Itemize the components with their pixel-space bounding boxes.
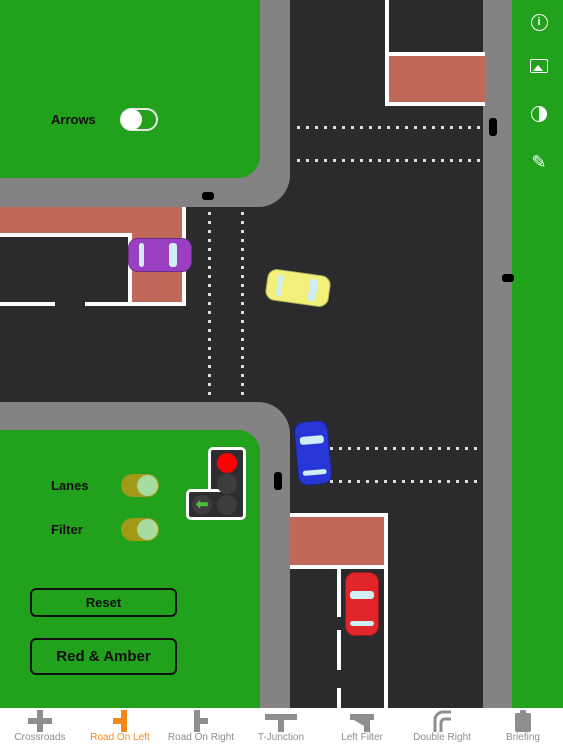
- pencil-icon[interactable]: ✎: [528, 151, 550, 173]
- double-right-icon: [402, 708, 482, 732]
- crossroads-icon: [0, 708, 80, 732]
- green-light: [217, 495, 237, 515]
- filter-label: Filter: [51, 522, 83, 537]
- grass-top-left: [0, 0, 260, 178]
- arrows-label: Arrows: [51, 112, 96, 127]
- amber-light: [217, 474, 237, 494]
- car-red[interactable]: [345, 572, 379, 636]
- red-light: [217, 453, 237, 473]
- phase-button[interactable]: Red & Amber: [30, 638, 177, 675]
- tab-t-junction[interactable]: T-Junction: [241, 708, 321, 750]
- tab-double-right[interactable]: Double Right: [402, 708, 482, 750]
- t-junction-icon: [241, 708, 321, 732]
- tab-road-on-right[interactable]: Road On Right: [161, 708, 241, 750]
- car-blue[interactable]: [293, 419, 333, 487]
- lanes-label: Lanes: [51, 478, 89, 493]
- filter-toggle[interactable]: [121, 518, 159, 541]
- info-icon[interactable]: i: [528, 11, 550, 33]
- reset-button[interactable]: Reset: [30, 588, 177, 617]
- building-bottom: [290, 513, 388, 569]
- car-yellow[interactable]: [264, 267, 332, 309]
- tab-briefing[interactable]: Briefing: [483, 708, 563, 750]
- arrows-toggle[interactable]: [120, 108, 158, 131]
- left-filter-icon: [322, 708, 402, 732]
- image-icon[interactable]: [528, 55, 550, 77]
- lanes-toggle[interactable]: [121, 474, 159, 497]
- building-top-right: [385, 52, 485, 106]
- filter-arrow-icon: ⬅: [192, 495, 212, 515]
- tab-crossroads[interactable]: Crossroads: [0, 708, 80, 750]
- road-on-left-icon: [80, 708, 160, 732]
- pavement-right: [483, 0, 513, 708]
- pedestrian: [502, 274, 514, 282]
- road-on-right-icon: [161, 708, 241, 732]
- tab-road-on-left[interactable]: Road On Left: [80, 708, 160, 750]
- pedestrian: [202, 192, 214, 200]
- tab-left-filter[interactable]: Left Filter: [322, 708, 402, 750]
- pedestrian: [274, 472, 282, 490]
- traffic-light[interactable]: ⬅: [186, 447, 246, 520]
- pedestrian: [489, 118, 497, 136]
- clipboard-icon: [483, 708, 563, 732]
- contrast-icon[interactable]: [528, 103, 550, 125]
- car-purple[interactable]: [128, 238, 192, 272]
